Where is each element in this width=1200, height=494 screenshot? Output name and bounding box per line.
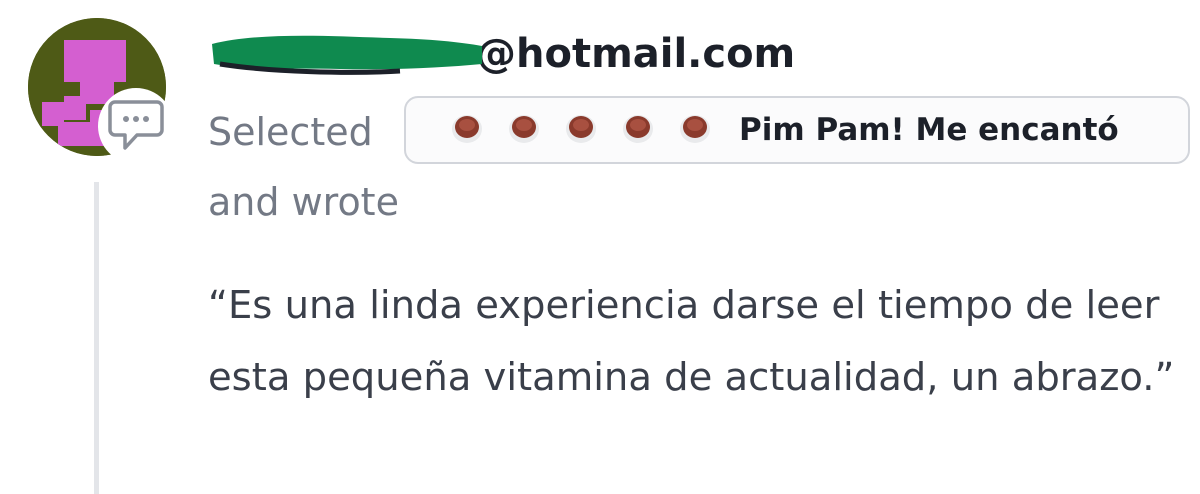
email-redaction xyxy=(208,35,482,75)
coffee-cup-icon xyxy=(507,113,541,147)
review-quote: “Es una linda experiencia darse el tiemp… xyxy=(208,283,1175,400)
redaction-marker-icon xyxy=(212,35,482,75)
rating-label: Pim Pam! Me encantó xyxy=(739,112,1119,148)
comment-badge xyxy=(98,88,174,164)
coffee-cup-icon xyxy=(678,113,712,147)
selected-row: Selected xyxy=(208,100,373,164)
coffee-cup-icon xyxy=(450,113,484,147)
selected-label: Selected xyxy=(208,110,373,154)
wrote-label: and wrote xyxy=(208,180,399,224)
thread-line xyxy=(94,182,99,494)
coffee-cup-icon xyxy=(564,113,598,147)
speech-bubble-icon xyxy=(108,100,164,150)
rating-pill: Pim Pam! Me encantó xyxy=(404,96,1190,164)
coffee-cup-icon xyxy=(621,113,655,147)
email-domain: @hotmail.com xyxy=(476,31,796,77)
reviewer-email: @hotmail.com xyxy=(208,28,795,80)
